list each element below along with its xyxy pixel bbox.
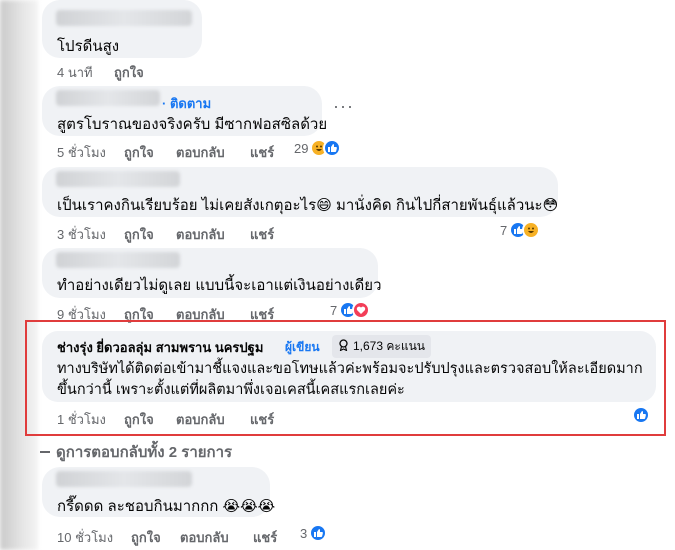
points-badge: 1,673 คะแนน	[332, 335, 431, 358]
reply-link[interactable]: ตอบกลับ	[180, 527, 229, 548]
reaction-summary[interactable]: 7	[330, 301, 371, 319]
view-replies-link[interactable]: ดูการตอบกลับทั้ง 2 รายการ	[40, 440, 232, 464]
like-reaction-icon	[309, 524, 328, 542]
reaction-count: 7	[500, 222, 508, 238]
reaction-summary[interactable]	[632, 406, 650, 424]
share-link[interactable]: แชร์	[250, 142, 274, 163]
comment-time[interactable]: 1 ชั่วโมง	[57, 409, 106, 430]
blurred-commenter-name[interactable]	[56, 252, 180, 268]
love-reaction-icon	[352, 301, 371, 319]
reply-link[interactable]: ตอบกลับ	[176, 409, 225, 430]
reaction-summary[interactable]: 29	[294, 139, 342, 157]
reaction-summary[interactable]: 7	[500, 221, 541, 239]
comment-time[interactable]: 5 ชั่วโมง	[57, 142, 106, 163]
blurred-commenter-name[interactable]	[56, 471, 192, 487]
like-reaction-icon	[632, 406, 650, 424]
haha-reaction-icon	[522, 221, 541, 239]
author-comment-text-line2: ขึ้นกว่านี้ เพราะตั้งแต่ที่ผลิตมาพึ่งเจอ…	[57, 382, 405, 398]
comment-text: ทำอย่างเดียวไม่ดูเลย แบบนี้จะเอาแต่เงินอ…	[57, 277, 382, 294]
comment-text: โปรดีนสูง	[57, 38, 120, 55]
comment-text: เป็นเราคงกินเรียบร้อย ไม่เคยสังเกตุอะไร😄…	[57, 197, 559, 214]
like-link[interactable]: ถูกใจ	[131, 527, 161, 548]
points-text: 1,673 คะแนน	[353, 339, 425, 353]
like-reaction-icon	[323, 139, 342, 157]
more-options-icon[interactable]: ···	[333, 96, 354, 117]
award-icon	[338, 339, 349, 354]
author-badge: ผู้เขียน	[285, 340, 320, 354]
comment-time[interactable]: 4 นาที	[57, 62, 93, 83]
author-name[interactable]: ช่างรุ่ง ยี่ดวอลลุ่ม สามพราน นครปฐม	[57, 337, 263, 358]
comment-time[interactable]: 3 ชั่วโมง	[57, 224, 106, 245]
like-link[interactable]: ถูกใจ	[124, 409, 154, 430]
blurred-commenter-name[interactable]	[56, 171, 180, 187]
like-link[interactable]: ถูกใจ	[124, 224, 154, 245]
reaction-summary[interactable]: 3	[300, 524, 328, 542]
share-link[interactable]: แชร์	[253, 527, 277, 548]
follow-link[interactable]: · ติดตาม	[162, 93, 211, 114]
share-link[interactable]: แชร์	[250, 224, 274, 245]
reaction-count: 3	[300, 525, 308, 541]
blurred-commenter-name[interactable]	[56, 10, 192, 26]
author-comment-text-line1: ทางบริษัทได้ติดต่อเข้ามาชี้แจงและขอโทษแล…	[57, 361, 643, 377]
blurred-left-edge	[0, 0, 38, 550]
reaction-count: 29	[294, 140, 309, 156]
comment-text: สูตรโบราณของจริงครับ มีซากฟอสซิลด้วย	[57, 116, 328, 133]
like-link[interactable]: ถูกใจ	[124, 142, 154, 163]
reply-thread-line-icon	[40, 451, 50, 453]
reaction-count: 7	[330, 302, 338, 318]
reply-link[interactable]: ตอบกลับ	[176, 142, 225, 163]
like-link[interactable]: ถูกใจ	[114, 62, 144, 83]
reply-link[interactable]: ตอบกลับ	[176, 224, 225, 245]
comment-time[interactable]: 10 ชั่วโมง	[57, 527, 113, 548]
reply-comment-text: กรี๊ดดด ละชอบกินมากกก 😭😭😭	[57, 498, 276, 515]
share-link[interactable]: แชร์	[250, 409, 274, 430]
blurred-commenter-name[interactable]	[56, 90, 160, 106]
